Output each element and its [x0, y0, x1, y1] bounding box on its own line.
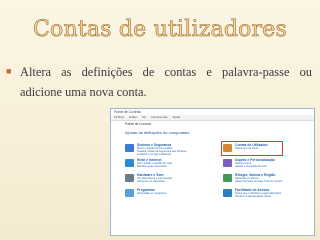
bullet-icon: ■: [6, 66, 12, 76]
menu-item[interactable]: Editar: [129, 115, 137, 120]
category-users[interactable]: Contas de Utilizador Alterar tipo de cont…: [221, 141, 313, 158]
category-text: Facilidade de Acesso Deixar que o Windows…: [235, 188, 314, 198]
category-shield[interactable]: Sistema e Segurança Rever o estado do com…: [125, 143, 215, 158]
bullet-point: ■ Altera as definições de contas e palav…: [6, 62, 312, 102]
accessibility-icon: [223, 189, 232, 197]
breadcrumb-item[interactable]: Painel de Controlo: [125, 121, 151, 128]
category-appearance[interactable]: Aspeto e Personalização Alterar o tema Aju…: [223, 158, 313, 173]
bullet-line-2: adicione uma nova conta.: [20, 85, 147, 99]
category-link[interactable]: Desinstalar um programa: [137, 192, 217, 195]
category-text: Aspeto e Personalização Alterar o tema Aju…: [235, 158, 314, 168]
category-accessibility[interactable]: Facilidade de Acesso Deixar que o Windows…: [223, 188, 313, 203]
category-text: Programas Desinstalar um programa: [137, 188, 217, 195]
printer-icon: [125, 174, 134, 182]
control-panel-screenshot: Painel de Controlo Ficheiro Editar Ver F…: [110, 108, 315, 236]
breadcrumb: Painel de Controlo: [111, 121, 314, 128]
programs-icon: [125, 189, 134, 197]
panel-heading: Ajustar as definições do computador: [125, 130, 190, 135]
bullet-text: Altera as definições de contas e palavra…: [20, 62, 312, 102]
category-link[interactable]: Adicionar um dispositivo: [137, 180, 217, 183]
category-text: Hardware e Som Ver dispositivos e impress…: [137, 173, 217, 183]
right-column: Contas de Utilizador Alterar tipo de cont…: [221, 141, 313, 203]
slide-title: Contas de utilizadores: [33, 17, 287, 43]
menu-item[interactable]: Ficheiro: [114, 115, 124, 120]
category-text: Relógio, Idioma e Região Adicionar um idi…: [235, 173, 314, 183]
category-link[interactable]: Ajustar a resolução do ecrã: [235, 165, 314, 168]
category-network[interactable]: Rede e Internet Ver o estado e tarefas de…: [125, 158, 215, 173]
category-link[interactable]: Alterar formatos de data, hora ou número: [235, 180, 314, 183]
category-clock[interactable]: Relógio, Idioma e Região Adicionar um idi…: [223, 173, 313, 188]
category-programs[interactable]: Programas Desinstalar um programa: [125, 188, 215, 203]
category-link[interactable]: Escolher grupo doméstico: [137, 165, 217, 168]
category-printer[interactable]: Hardware e Som Ver dispositivos e impress…: [125, 173, 215, 188]
highlight-box: [221, 141, 283, 156]
network-icon: [125, 159, 134, 167]
clock-icon: [223, 174, 232, 182]
category-link[interactable]: Localizar e corrigir problemas: [137, 153, 217, 156]
category-link[interactable]: Otimizar a apresentação visual: [235, 195, 314, 198]
shield-icon: [125, 144, 134, 152]
left-column: Sistema e Segurança Rever o estado do com…: [125, 143, 215, 203]
category-text: Rede e Internet Ver o estado e tarefas de…: [137, 158, 217, 168]
appearance-icon: [223, 159, 232, 167]
category-text: Sistema e Segurança Rever o estado do com…: [137, 143, 217, 157]
bullet-line-1: Altera as definições de contas e palavra…: [20, 65, 312, 79]
menu-item[interactable]: Ver: [142, 115, 146, 120]
menu-item[interactable]: Ajuda: [173, 115, 180, 120]
menu-item[interactable]: Ferramentas: [151, 115, 167, 120]
